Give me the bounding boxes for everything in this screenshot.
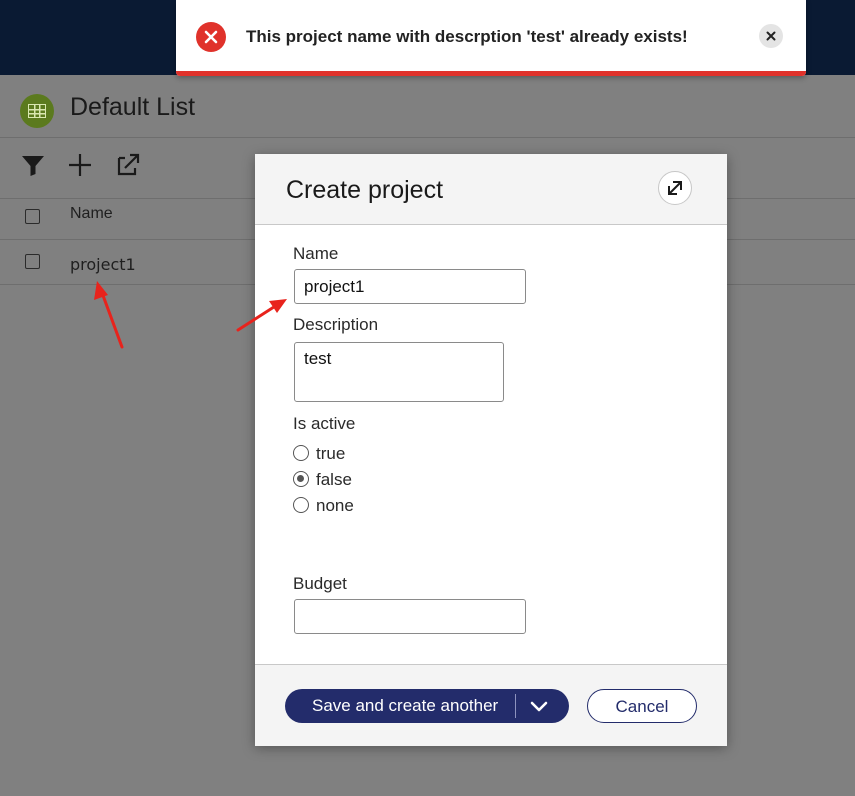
is-active-label: Is active (293, 414, 356, 433)
description-textarea[interactable]: test (294, 342, 504, 402)
radio-false-label[interactable]: false (316, 470, 352, 490)
save-button-divider (515, 694, 516, 718)
page-header: Default List (0, 75, 855, 138)
filter-icon (22, 156, 44, 176)
dialog-header: Create project (255, 154, 727, 225)
radio-true[interactable] (293, 445, 309, 461)
export-button[interactable] (111, 148, 145, 182)
add-button[interactable] (63, 148, 97, 182)
row-checkbox[interactable] (25, 254, 40, 269)
radio-none[interactable] (293, 497, 309, 513)
save-button-label: Save and create another (312, 696, 499, 715)
row-name-cell[interactable]: project1 (70, 255, 136, 274)
error-toast: This project name with descrption 'test'… (176, 0, 806, 76)
error-icon (196, 22, 226, 52)
radio-true-label[interactable]: true (316, 444, 345, 464)
toast-close-button[interactable] (759, 24, 783, 48)
plus-icon (69, 154, 91, 176)
budget-input[interactable] (294, 599, 526, 634)
chevron-down-icon (530, 701, 548, 712)
name-label: Name (293, 244, 339, 263)
description-label: Description (293, 315, 379, 334)
radio-false[interactable] (293, 471, 309, 487)
export-icon (117, 153, 140, 176)
cancel-button-label: Cancel (615, 697, 669, 716)
cancel-button[interactable]: Cancel (587, 689, 697, 723)
name-input[interactable] (294, 269, 526, 304)
save-and-create-another-button[interactable]: Save and create another (285, 689, 569, 723)
dialog-footer: Save and create another Cancel (255, 664, 727, 746)
filter-button[interactable] (16, 148, 50, 182)
toast-accent-bar (176, 71, 806, 76)
radio-none-label[interactable]: none (316, 496, 354, 516)
close-icon (766, 31, 776, 41)
toast-message: This project name with descrption 'test'… (246, 27, 688, 46)
page-title: Default List (70, 93, 196, 121)
expand-button[interactable] (658, 171, 692, 205)
select-all-checkbox[interactable] (25, 209, 40, 224)
save-options-dropdown[interactable] (526, 694, 552, 718)
expand-icon (668, 181, 682, 195)
create-project-dialog: Create project Name Description test Is … (255, 154, 727, 746)
budget-label: Budget (293, 574, 347, 593)
dialog-title: Create project (286, 176, 444, 204)
column-header-name[interactable]: Name (70, 205, 113, 223)
table-list-icon (20, 94, 54, 128)
